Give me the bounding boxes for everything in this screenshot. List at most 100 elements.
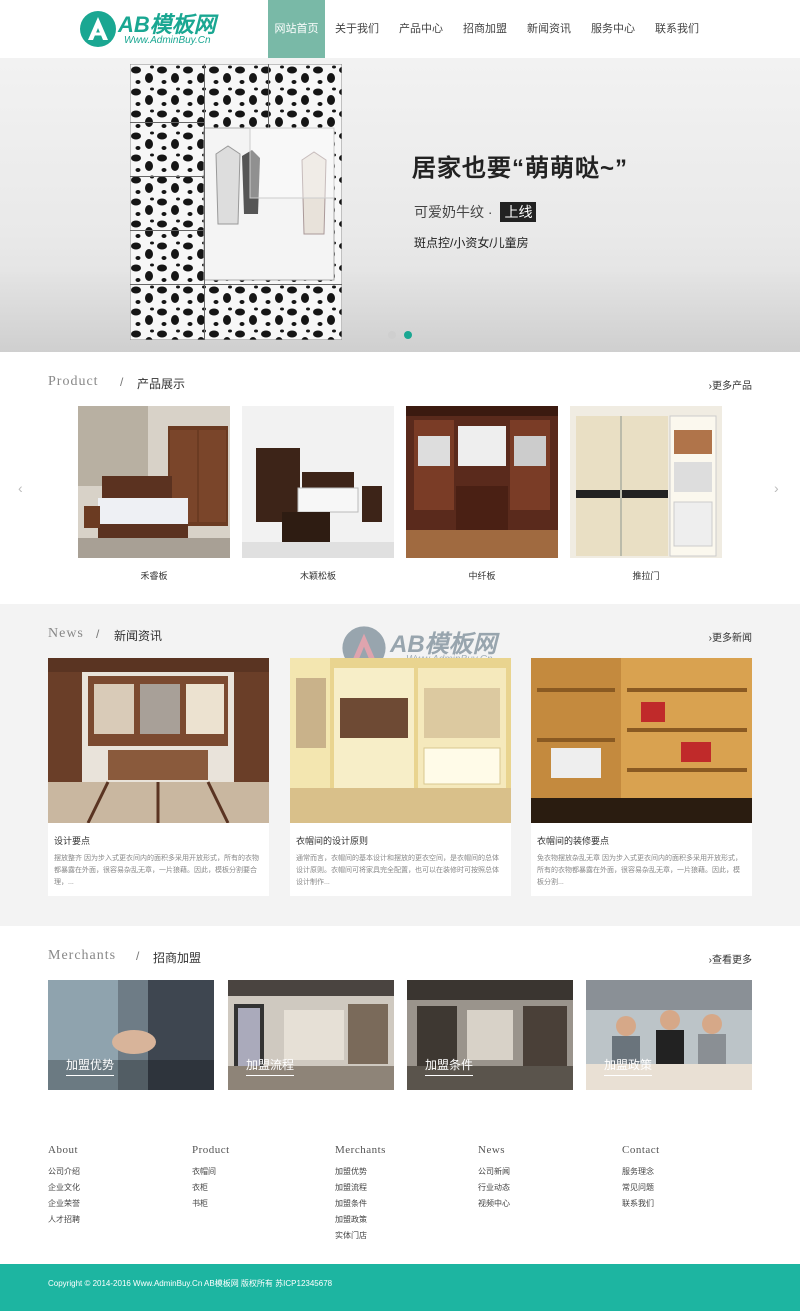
banner-subtitle: 可爱奶牛纹 · 上线 bbox=[414, 202, 537, 222]
prev-arrow-icon[interactable]: ‹ bbox=[18, 480, 23, 496]
merchant-label: 加盟条件 bbox=[425, 1056, 474, 1076]
news-card[interactable]: 衣帽间的设计原则 通常而言，衣帽间的基本设计和摆放的更衣空间，是衣帽间的总体设计… bbox=[290, 658, 511, 896]
news-image-closet-light bbox=[290, 658, 511, 823]
footer-links: About 公司介绍 企业文化 企业荣誉 人才招聘 Product 衣帽间 衣柜… bbox=[0, 1116, 800, 1264]
footer-link[interactable]: 企业荣誉 bbox=[48, 1196, 80, 1212]
footer-link[interactable]: 加盟条件 bbox=[335, 1196, 386, 1212]
copyright-text: Copyright © 2014-2016 Www.AdminBuy.Cn AB… bbox=[48, 1279, 333, 1288]
banner-title: 居家也要“萌萌哒~” bbox=[412, 155, 629, 182]
product-caption: 推拉门 bbox=[632, 571, 660, 581]
products-heading: Product / 产品展示 ›更多产品 bbox=[48, 374, 752, 394]
footer-link[interactable]: 衣帽间 bbox=[192, 1164, 230, 1180]
copyright-bar: Copyright © 2014-2016 Www.AdminBuy.Cn AB… bbox=[0, 1264, 800, 1311]
products-heading-cn: 产品展示 bbox=[137, 377, 186, 391]
product-caption: 禾睿板 bbox=[140, 571, 168, 581]
logo-subtext: Www.AdminBuy.Cn bbox=[124, 35, 211, 46]
news-title: 衣帽间的设计原则 bbox=[296, 836, 369, 846]
product-card[interactable]: 禾睿板 bbox=[78, 406, 230, 582]
product-card[interactable]: 中纤板 bbox=[406, 406, 558, 582]
footer-link[interactable]: 行业动态 bbox=[478, 1180, 510, 1196]
footer-link[interactable]: 加盟流程 bbox=[335, 1180, 386, 1196]
merchant-label: 加盟政策 bbox=[604, 1056, 653, 1076]
banner-tagline: 斑点控/小资女/儿童房 bbox=[414, 236, 529, 250]
footer-col-contact: Contact 服务理念 常见问题 联系我们 bbox=[622, 1144, 660, 1212]
heading-divider: / bbox=[136, 949, 140, 963]
product-image-walk-in-closet bbox=[406, 406, 558, 558]
more-products-link[interactable]: ›更多产品 bbox=[709, 377, 752, 392]
cow-print-wardrobe-image bbox=[130, 64, 342, 340]
footer-col-heading: About bbox=[48, 1144, 78, 1156]
merchant-card[interactable]: 加盟优势 bbox=[48, 980, 214, 1090]
news-title: 设计要点 bbox=[54, 836, 91, 846]
product-card[interactable]: 木颖松板 bbox=[242, 406, 394, 582]
footer-link[interactable]: 加盟政策 bbox=[335, 1212, 386, 1228]
footer-col-heading: Merchants bbox=[335, 1144, 386, 1156]
news-title: 衣帽间的装修要点 bbox=[537, 836, 610, 846]
product-card[interactable]: 推拉门 bbox=[570, 406, 722, 582]
footer-link[interactable]: 公司介绍 bbox=[48, 1164, 80, 1180]
more-products-label: 更多产品 bbox=[712, 381, 752, 392]
merchant-card[interactable]: 加盟政策 bbox=[586, 980, 752, 1090]
slider-dots bbox=[388, 331, 412, 339]
products-heading-en: Product bbox=[48, 374, 99, 389]
news-section: News / 新闻资讯 ›更多新闻 AB模板网 Www.AdminBuy.Cn … bbox=[0, 604, 800, 926]
banner-tag: 上线 bbox=[500, 202, 537, 222]
footer-link[interactable]: 实体门店 bbox=[335, 1228, 386, 1244]
nav-service[interactable]: 服务中心 bbox=[581, 0, 645, 58]
banner-subtitle-text: 可爱奶牛纹 · bbox=[414, 204, 497, 220]
nav-home[interactable]: 网站首页 bbox=[268, 0, 325, 58]
logo[interactable]: AB模板网 Www.AdminBuy.Cn bbox=[78, 7, 248, 49]
nav-merchants[interactable]: 招商加盟 bbox=[453, 0, 517, 58]
hero-banner[interactable]: 居家也要“萌萌哒~” 可爱奶牛纹 · 上线 斑点控/小资女/儿童房 bbox=[0, 58, 800, 352]
news-card[interactable]: 设计要点 摆放整齐 因为步入式更衣间内的面积多采用开放形式，所有的衣物都暴露在外… bbox=[48, 658, 269, 896]
next-arrow-icon[interactable]: › bbox=[774, 480, 779, 496]
footer-link[interactable]: 服务理念 bbox=[622, 1164, 660, 1180]
merchant-label: 加盟优势 bbox=[66, 1056, 115, 1076]
footer-link[interactable]: 加盟优势 bbox=[335, 1164, 386, 1180]
footer-col-heading: Product bbox=[192, 1144, 230, 1156]
nav-news[interactable]: 新闻资讯 bbox=[517, 0, 581, 58]
news-heading-cn: 新闻资讯 bbox=[114, 629, 163, 643]
news-image-closet-corner bbox=[531, 658, 752, 823]
footer-link[interactable]: 人才招聘 bbox=[48, 1212, 80, 1228]
footer-link[interactable]: 视频中心 bbox=[478, 1196, 510, 1212]
footer-link[interactable]: 公司新闻 bbox=[478, 1164, 510, 1180]
footer-link[interactable]: 联系我们 bbox=[622, 1196, 660, 1212]
footer-link[interactable]: 书柜 bbox=[192, 1196, 230, 1212]
news-summary: 免衣物摆放杂乱无章 因为步入式更衣间内的面积多采用开放形式，所有的衣物都暴露在外… bbox=[537, 855, 742, 886]
footer-link[interactable]: 衣柜 bbox=[192, 1180, 230, 1196]
product-image-sliding-door bbox=[570, 406, 722, 558]
news-heading-en: News bbox=[48, 626, 84, 641]
slider-dot-2[interactable] bbox=[404, 331, 412, 339]
merchant-label: 加盟流程 bbox=[246, 1056, 295, 1076]
footer-col-product: Product 衣帽间 衣柜 书柜 bbox=[192, 1144, 230, 1212]
heading-divider: / bbox=[96, 627, 100, 641]
slider-dot-1[interactable] bbox=[388, 331, 396, 339]
merchant-card[interactable]: 加盟条件 bbox=[407, 980, 573, 1090]
nav-contact[interactable]: 联系我们 bbox=[645, 0, 709, 58]
more-news-label: 更多新闻 bbox=[712, 633, 752, 644]
nav-products[interactable]: 产品中心 bbox=[389, 0, 453, 58]
merchant-card[interactable]: 加盟流程 bbox=[228, 980, 394, 1090]
product-image-bedroom bbox=[78, 406, 230, 558]
merchants-section: Merchants / 招商加盟 ›查看更多 加盟优势 加盟流程 加盟条件 加盟… bbox=[0, 926, 800, 1116]
footer-col-news: News 公司新闻 行业动态 视频中心 bbox=[478, 1144, 510, 1212]
news-image-closet-wood bbox=[48, 658, 269, 824]
news-summary: 摆放整齐 因为步入式更衣间内的面积多采用开放形式，所有的衣物都暴露在外面，很容易… bbox=[54, 855, 259, 886]
nav-about[interactable]: 关于我们 bbox=[325, 0, 389, 58]
news-card[interactable]: 衣帽间的装修要点 免衣物摆放杂乱无章 因为步入式更衣间内的面积多采用开放形式，所… bbox=[531, 658, 752, 896]
more-news-link[interactable]: ›更多新闻 bbox=[709, 629, 752, 644]
merchants-heading-cn: 招商加盟 bbox=[153, 951, 202, 965]
products-section: Product / 产品展示 ›更多产品 ‹ › 禾睿板 木颖松板 中纤板 推拉… bbox=[0, 352, 800, 604]
site-header: AB模板网 Www.AdminBuy.Cn 网站首页 关于我们 产品中心 招商加… bbox=[0, 0, 800, 58]
merchants-heading: Merchants / 招商加盟 ›查看更多 bbox=[48, 948, 752, 968]
footer-link[interactable]: 企业文化 bbox=[48, 1180, 80, 1196]
footer-col-heading: Contact bbox=[622, 1144, 660, 1156]
merchants-heading-en: Merchants bbox=[48, 948, 117, 963]
footer-col-merchants: Merchants 加盟优势 加盟流程 加盟条件 加盟政策 实体门店 bbox=[335, 1144, 386, 1244]
view-more-link[interactable]: ›查看更多 bbox=[709, 951, 752, 966]
footer-col-about: About 公司介绍 企业文化 企业荣誉 人才招聘 bbox=[48, 1144, 80, 1228]
banner-floor bbox=[0, 272, 800, 352]
footer-link[interactable]: 常见问题 bbox=[622, 1180, 660, 1196]
main-nav: 网站首页 关于我们 产品中心 招商加盟 新闻资讯 服务中心 联系我们 bbox=[268, 0, 709, 58]
